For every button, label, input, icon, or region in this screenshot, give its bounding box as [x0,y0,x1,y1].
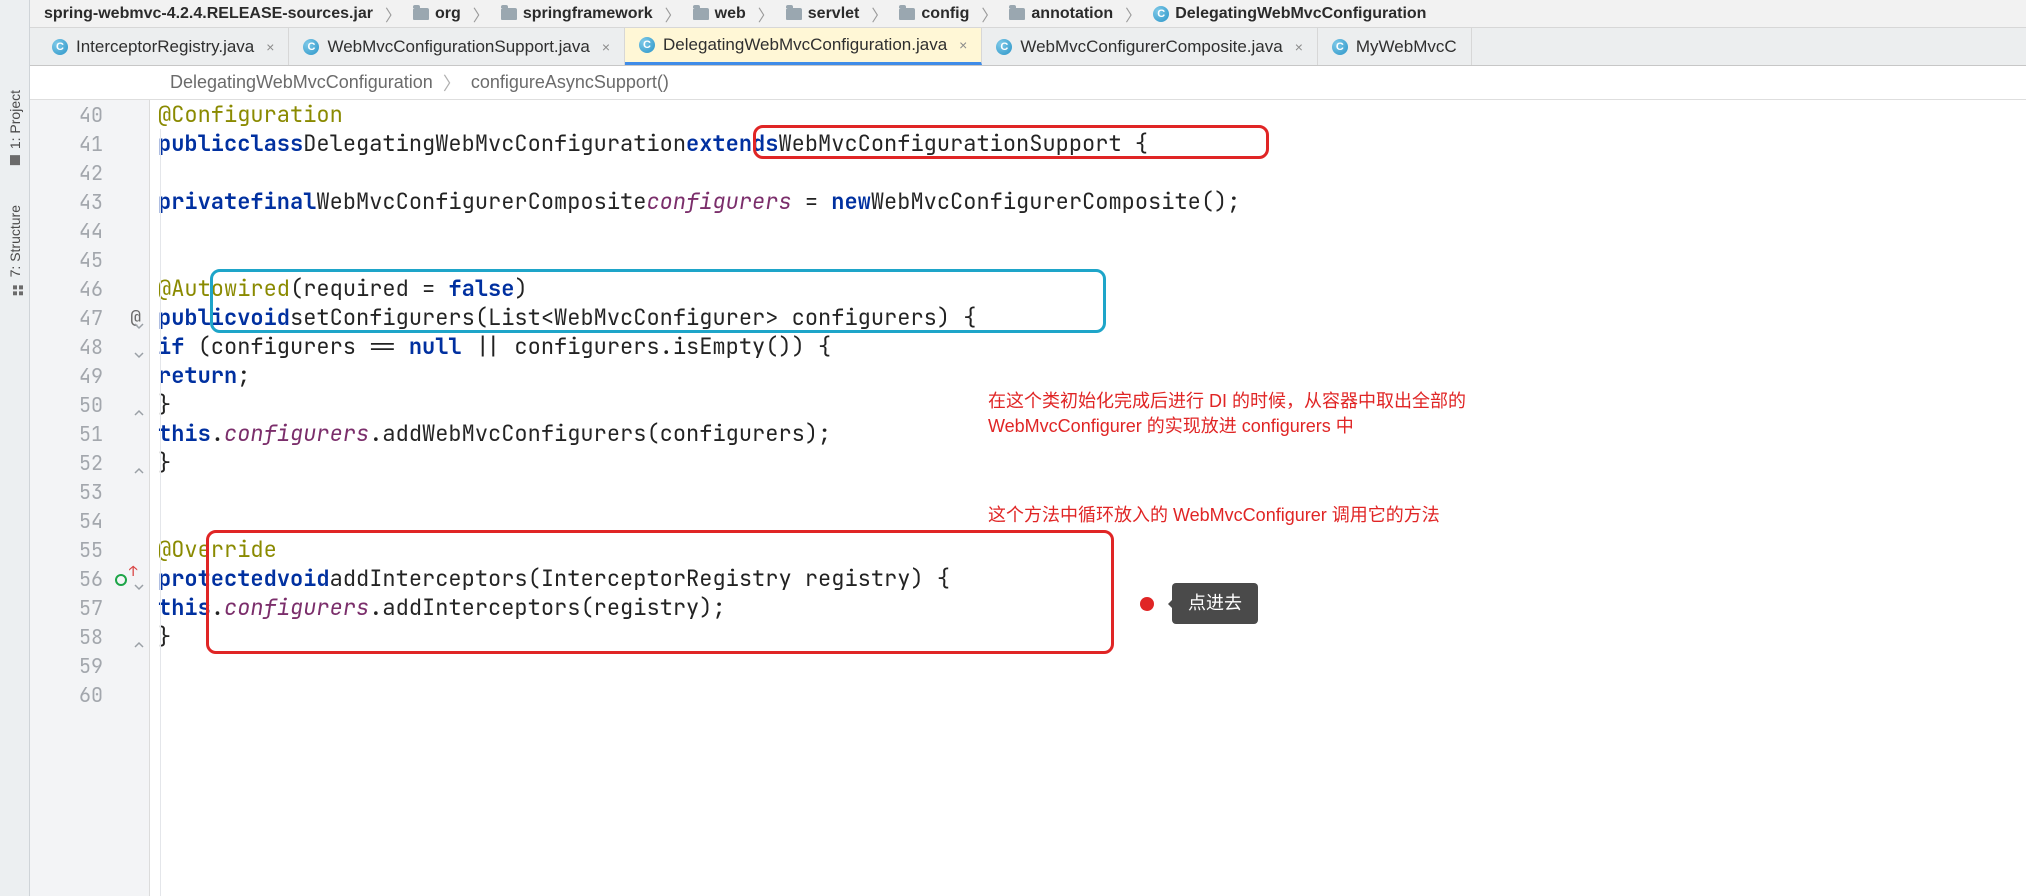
fold-icon[interactable] [133,341,145,353]
gutter-line: 60 [30,680,149,709]
tool-project-button[interactable]: 1: Project [7,90,23,165]
tab-mywebmvc[interactable]: C MyWebMvcC [1318,28,1472,65]
gutter-line: 55 [30,535,149,564]
tab-label: WebMvcConfigurerComposite.java [1020,37,1282,57]
folder-icon [413,8,429,20]
fold-icon[interactable] [133,457,145,469]
code-area[interactable]: @Configuration public class DelegatingWe… [150,100,2026,896]
code-editor[interactable]: 40 41 42 43 44 45 46 47@ 48 49 50 51 52 … [30,100,2026,896]
folder-icon [693,8,709,20]
tab-delegating[interactable]: C DelegatingWebMvcConfiguration.java × [625,28,982,65]
gutter-line: 48 [30,332,149,361]
member-breadcrumb-method[interactable]: configureAsyncSupport() [471,72,669,93]
fold-icon[interactable] [133,312,145,324]
breadcrumb-jar[interactable]: spring-webmvc-4.2.4.RELEASE-sources.jar [36,5,381,23]
breadcrumb-class[interactable]: CDelegatingWebMvcConfiguration [1145,5,1434,23]
gutter-line: 54 [30,506,149,535]
class-icon: C [996,39,1012,55]
folder-icon [1009,8,1025,20]
member-breadcrumb-class[interactable]: DelegatingWebMvcConfiguration [170,72,433,93]
dot-icon [1140,597,1154,611]
structure-icon [9,284,21,296]
annotation-configuration: @Configuration [158,100,343,129]
gutter-line: 58 [30,622,149,651]
annotation-note-2: 这个方法中循环放入的 WebMvcConfigurer 调用它的方法 [988,503,1440,528]
gutter-line: 46 [30,274,149,303]
editor-tabs: C InterceptorRegistry.java × C WebMvcConfig… [30,28,2026,66]
tab-label: WebMvcConfigurationSupport.java [327,37,589,57]
gutter-line: 49 [30,361,149,390]
callout-label: 点进去 [1172,583,1258,624]
breadcrumb: spring-webmvc-4.2.4.RELEASE-sources.jar … [30,0,2026,28]
tab-label: MyWebMvcC [1356,37,1457,57]
fold-icon[interactable] [133,573,145,585]
close-icon[interactable]: × [602,39,610,55]
gutter-line: 44 [30,216,149,245]
breadcrumb-pkg-springframework[interactable]: springframework [493,5,661,23]
close-icon[interactable]: × [1295,39,1303,55]
gutter-line: 59 [30,651,149,680]
fold-icon[interactable] [133,631,145,643]
highlight-extends [753,125,1269,159]
tool-structure-button[interactable]: 7: Structure [7,205,23,295]
gutter-line: 42 [30,158,149,187]
indent-guide [160,129,161,896]
project-icon [10,155,20,165]
gutter-line: 45 [30,245,149,274]
fold-icon[interactable] [133,399,145,411]
member-breadcrumb: DelegatingWebMvcConfiguration 〉 configur… [30,66,2026,100]
folder-icon [786,8,802,20]
folder-icon [501,8,517,20]
folder-icon [899,8,915,20]
annotation-note-1: 在这个类初始化完成后进行 DI 的时候，从容器中取出全部的 WebMvcConf… [988,389,1628,439]
gutter-line: 53 [30,477,149,506]
gutter-line: 56↑ [30,564,149,593]
tab-label: DelegatingWebMvcConfiguration.java [663,35,947,55]
callout-click-in: 点进去 [1140,583,1258,624]
gutter-line: 47@ [30,303,149,332]
close-icon[interactable]: × [266,39,274,55]
gutter-line: 43 [30,187,149,216]
gutter-line: 51 [30,419,149,448]
class-icon: C [1332,39,1348,55]
class-icon: C [1153,6,1169,22]
gutter-line: 40 [30,100,149,129]
override-gutter-icon[interactable]: ↑ [115,566,127,592]
tool-structure-label: 7: Structure [7,205,23,277]
gutter-line: 52 [30,448,149,477]
gutter-line: 57 [30,593,149,622]
gutter-line: 41 [30,129,149,158]
breadcrumb-pkg-org[interactable]: org [405,5,469,23]
tool-project-label: 1: Project [7,90,23,149]
breadcrumb-pkg-servlet[interactable]: servlet [778,5,868,23]
highlight-setConfigurers [210,269,1106,333]
close-icon[interactable]: × [959,37,967,53]
tab-webmvc-support[interactable]: C WebMvcConfigurationSupport.java × [289,28,625,65]
class-icon: C [639,37,655,53]
tab-label: InterceptorRegistry.java [76,37,254,57]
breadcrumb-pkg-config[interactable]: config [891,5,977,23]
tool-window-strip: 1: Project 7: Structure [0,0,30,896]
breadcrumb-pkg-web[interactable]: web [685,5,754,23]
gutter: 40 41 42 43 44 45 46 47@ 48 49 50 51 52 … [30,100,150,896]
highlight-addInterceptors [206,530,1114,654]
class-icon: C [303,39,319,55]
breadcrumb-pkg-annotation[interactable]: annotation [1001,5,1121,23]
tab-interceptor-registry[interactable]: C InterceptorRegistry.java × [38,28,289,65]
class-icon: C [52,39,68,55]
tab-configurer-composite[interactable]: C WebMvcConfigurerComposite.java × [982,28,1318,65]
gutter-line: 50 [30,390,149,419]
